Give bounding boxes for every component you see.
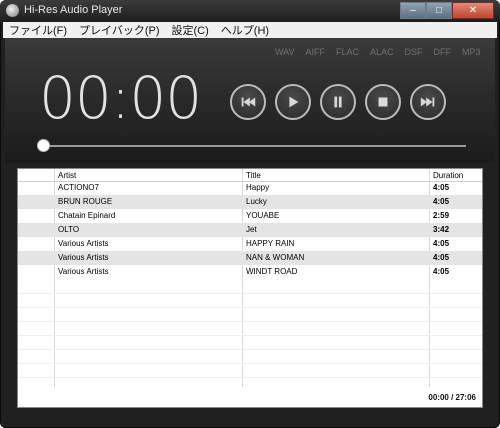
play-icon (289, 96, 299, 108)
row-duration: 4:05 (433, 253, 450, 262)
header-duration[interactable]: Duration (433, 171, 463, 180)
row-divider (18, 363, 482, 364)
row-duration: 4:05 (433, 239, 450, 248)
app-icon (6, 4, 19, 17)
format-dff: DFF (433, 47, 452, 57)
table-row[interactable]: Various Artists HAPPY RAIN 4:05 (18, 237, 482, 251)
header-artist[interactable]: Artist (58, 171, 76, 180)
row-divider (18, 293, 482, 294)
table-row[interactable]: BRUN ROUGE Lucky 4:05 (18, 195, 482, 209)
menu-playback[interactable]: プレイバック(P) (73, 22, 165, 38)
time-display: 00:00 (39, 64, 202, 132)
row-title: NAN & WOMAN (246, 253, 305, 262)
row-artist: Various Artists (58, 253, 109, 262)
total-time: 00:00 / 27:06 (428, 393, 476, 402)
play-button[interactable] (275, 84, 311, 120)
close-button[interactable]: ✕ (452, 2, 494, 19)
header-title[interactable]: Title (246, 171, 261, 180)
menu-settings[interactable]: 設定(C) (166, 22, 215, 38)
row-artist: BRUN ROUGE (58, 197, 113, 206)
maximize-button[interactable]: □ (426, 2, 452, 19)
menu-help[interactable]: ヘルプ(H) (215, 22, 275, 38)
format-mp3: MP3 (462, 47, 481, 57)
next-button[interactable] (410, 84, 446, 120)
menu-bar: ファイル(F) プレイバック(P) 設定(C) ヘルプ(H) (3, 22, 497, 38)
row-duration: 4:05 (433, 183, 450, 192)
table-row[interactable]: OLTO Jet 3:42 (18, 223, 482, 237)
window-controls: – □ ✕ (400, 2, 494, 19)
title-bar[interactable]: Hi-Res Audio Player – □ ✕ (0, 0, 500, 22)
format-alac: ALAC (370, 47, 394, 57)
seek-bar[interactable] (43, 145, 466, 147)
window-title: Hi-Res Audio Player (24, 4, 123, 16)
row-artist: ACTIONO7 (58, 183, 99, 192)
pause-button[interactable] (320, 84, 356, 120)
row-divider (18, 335, 482, 336)
format-dsf: DSF (404, 47, 423, 57)
row-title: YOUABE (246, 211, 280, 220)
table-row[interactable]: ACTIONO7 Happy 4:05 (18, 181, 482, 195)
row-title: WINDT ROAD (246, 267, 298, 276)
stop-button[interactable] (365, 84, 401, 120)
playback-controls (230, 84, 446, 120)
format-indicators: WAV AIFF FLAC ALAC DSF DFF MP3 (275, 47, 492, 57)
row-duration: 4:05 (433, 267, 450, 276)
row-title: Happy (246, 183, 270, 192)
row-duration: 2:59 (433, 211, 450, 220)
row-title: Lucky (246, 197, 267, 206)
seek-handle[interactable] (37, 139, 50, 152)
row-divider (18, 349, 482, 350)
minimize-button[interactable]: – (400, 2, 426, 19)
table-row[interactable]: Chatain Epinard YOUABE 2:59 (18, 209, 482, 223)
row-artist: OLTO (58, 225, 80, 234)
row-duration: 4:05 (433, 197, 450, 206)
format-flac: FLAC (336, 47, 360, 57)
stop-icon (378, 97, 388, 107)
previous-icon (241, 97, 256, 107)
table-row[interactable]: Various Artists WINDT ROAD 4:05 (18, 265, 482, 279)
row-artist: Various Artists (58, 239, 109, 248)
format-wav: WAV (275, 47, 295, 57)
row-artist: Various Artists (58, 267, 109, 276)
table-row[interactable]: Various Artists NAN & WOMAN 4:05 (18, 251, 482, 265)
previous-button[interactable] (230, 84, 266, 120)
pause-icon (334, 96, 342, 108)
format-aiff: AIFF (305, 47, 326, 57)
row-divider (18, 377, 482, 378)
player-panel: WAV AIFF FLAC ALAC DSF DFF MP3 00:00 (5, 38, 495, 162)
app-window: Hi-Res Audio Player – □ ✕ ファイル(F) プレイバック… (0, 0, 500, 428)
row-title: Jet (246, 225, 257, 234)
row-title: HAPPY RAIN (246, 239, 295, 248)
row-divider (18, 321, 482, 322)
row-divider (18, 307, 482, 308)
row-duration: 3:42 (433, 225, 450, 234)
next-icon (420, 97, 435, 107)
track-list: Artist Title Duration ACTIONO7 Happy 4:0… (17, 168, 483, 408)
menu-file[interactable]: ファイル(F) (3, 22, 73, 38)
row-artist: Chatain Epinard (58, 211, 116, 220)
